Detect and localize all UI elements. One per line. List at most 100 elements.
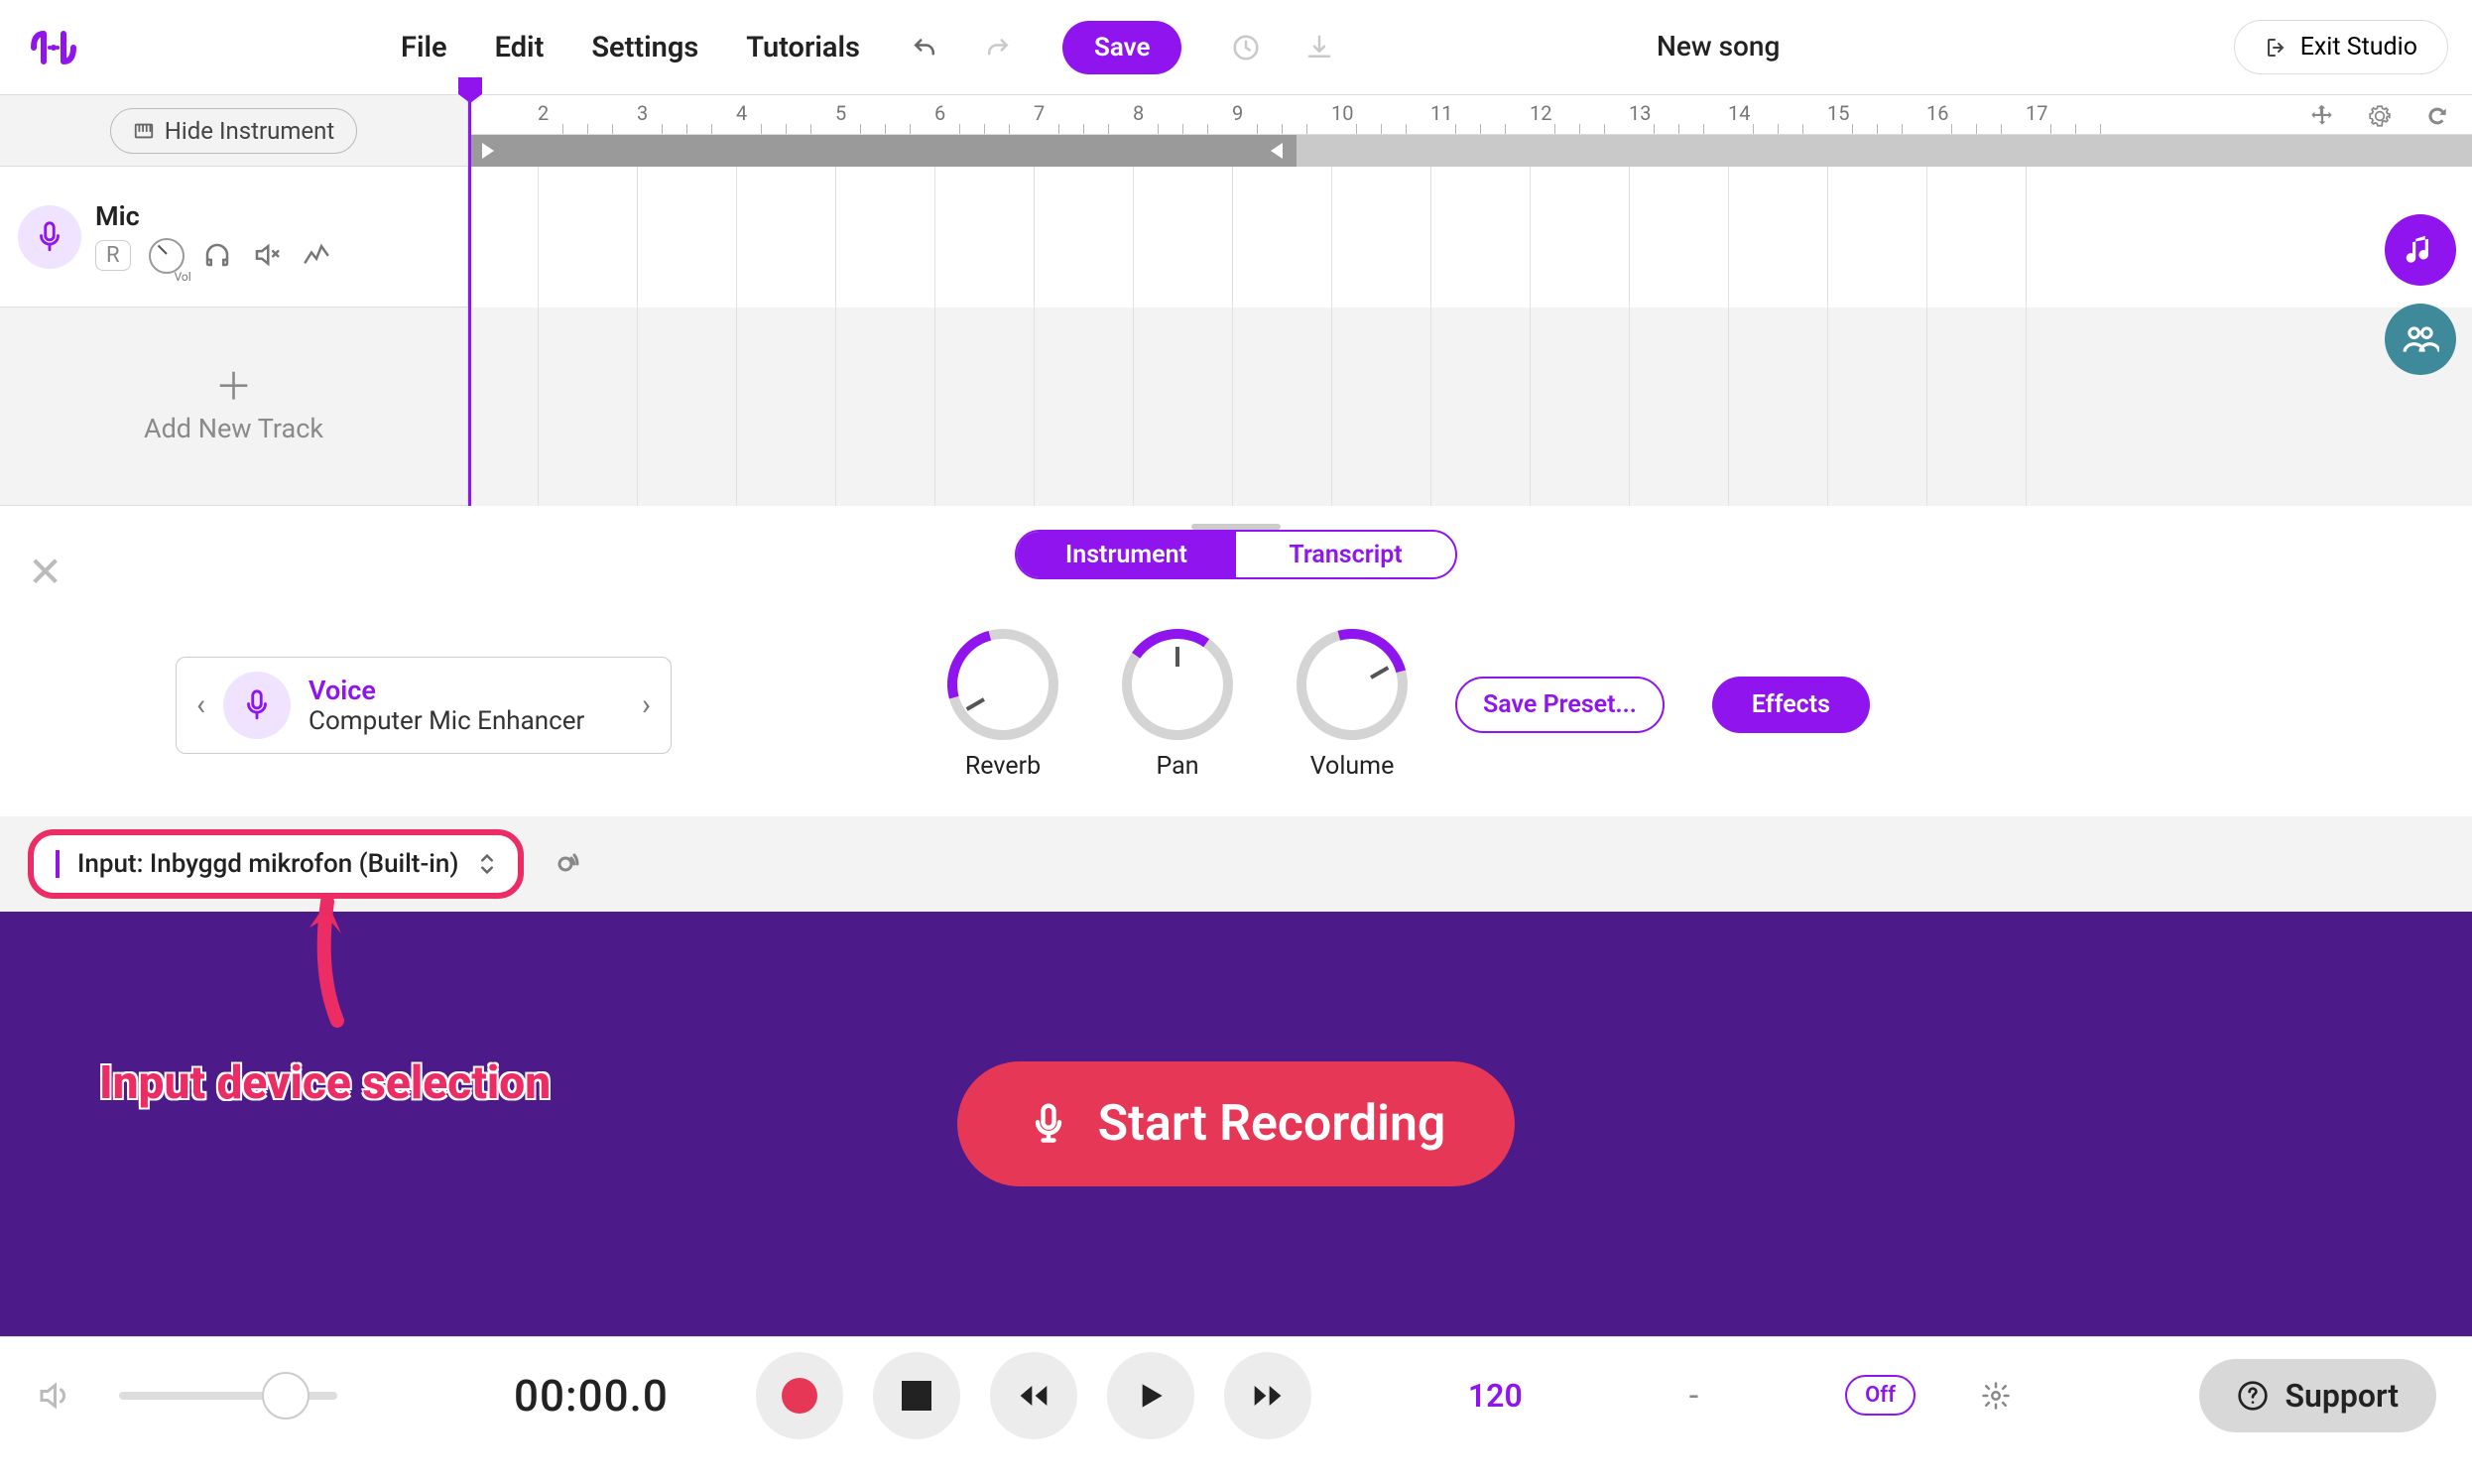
history-icon[interactable] [1229, 31, 1263, 64]
ruler[interactable]: 2 3 4 5 6 7 8 9 10 11 12 13 14 15 16 17 [468, 95, 2472, 135]
save-preset-button[interactable]: Save Preset... [1455, 677, 1665, 733]
menu-tutorials[interactable]: Tutorials [746, 31, 860, 64]
volume-label: Volume [1310, 752, 1395, 781]
transport-rewind-button[interactable] [990, 1352, 1077, 1439]
transport-play-button[interactable] [1107, 1352, 1194, 1439]
transport-stop-button[interactable] [873, 1352, 960, 1439]
level-indicator [56, 850, 60, 878]
automation-icon[interactable] [302, 240, 333, 272]
track-vol-label: Vol [175, 270, 191, 284]
metronome-toggle[interactable]: Off [1845, 1375, 1916, 1416]
logo [24, 18, 83, 77]
loop-region-bar[interactable] [468, 135, 2472, 167]
bpm-display[interactable]: 120 [1468, 1377, 1523, 1415]
tab-switch: Instrument Transcript [1015, 530, 1457, 579]
speaker-icon[interactable] [36, 1378, 71, 1414]
reverb-knob[interactable] [947, 629, 1058, 740]
add-track-label: Add New Track [144, 413, 323, 444]
chevron-right-icon[interactable]: › [642, 687, 651, 722]
menu-settings[interactable]: Settings [591, 31, 698, 64]
gear-icon[interactable] [2367, 103, 2397, 133]
voice-title: Voice [309, 675, 584, 706]
pan-label: Pan [1157, 752, 1199, 781]
ruler-number: 3 [637, 101, 648, 125]
transport-forward-button[interactable] [1224, 1352, 1311, 1439]
plus-icon: ＋ [214, 369, 252, 407]
ruler-number: 5 [835, 101, 846, 125]
collab-button[interactable] [2385, 304, 2456, 375]
start-recording-button[interactable]: Start Recording [957, 1061, 1516, 1186]
volume-knob[interactable] [1297, 629, 1408, 740]
ruler-number: 7 [1034, 101, 1045, 125]
ruler-number: 10 [1331, 101, 1353, 125]
ruler-number: 8 [1133, 101, 1144, 125]
panel-drag-handle[interactable] [1191, 524, 1281, 530]
instrument-selector[interactable]: ‹ Voice Computer Mic Enhancer › [176, 657, 672, 754]
input-settings-icon[interactable] [548, 846, 583, 882]
support-label: Support [2285, 1377, 2399, 1415]
voice-subtitle: Computer Mic Enhancer [309, 706, 584, 736]
refresh-icon[interactable] [2424, 103, 2454, 133]
track-row-mic[interactable]: Mic R Vol [0, 167, 467, 308]
timeline[interactable]: 2 3 4 5 6 7 8 9 10 11 12 13 14 15 16 17 [468, 95, 2472, 506]
record-arm-toggle[interactable]: R [95, 240, 131, 271]
pan-knob[interactable] [1122, 629, 1233, 740]
transport-record-button[interactable] [756, 1352, 843, 1439]
instrument-panel: ✕ Instrument Transcript ‹ Voice Computer… [0, 530, 2472, 816]
tracks-area: Hide Instrument Mic R Vol [0, 95, 2472, 506]
tab-instrument[interactable]: Instrument [1017, 532, 1236, 577]
hide-instrument-button[interactable]: Hide Instrument [110, 108, 357, 154]
reverb-label: Reverb [965, 752, 1041, 781]
input-device-selector[interactable]: Input: Inbyggd mikrofon (Built-in) [28, 829, 524, 899]
ruler-number: 15 [1827, 101, 1849, 125]
library-button[interactable] [2385, 214, 2456, 286]
menu-edit[interactable]: Edit [495, 31, 545, 64]
master-volume-slider[interactable] [119, 1392, 337, 1400]
ruler-number: 12 [1530, 101, 1551, 125]
ruler-number: 9 [1232, 101, 1243, 125]
ruler-number: 4 [736, 101, 747, 125]
time-signature[interactable]: - [1689, 1376, 1698, 1416]
menu: File Edit Settings Tutorials [401, 31, 860, 64]
loop-region[interactable] [468, 135, 1297, 167]
voice-icon [223, 672, 291, 739]
download-icon[interactable] [1302, 31, 1336, 64]
exit-studio-button[interactable]: Exit Studio [2234, 20, 2448, 74]
annotation-text: Input device selection [99, 1056, 551, 1110]
undo-icon[interactable] [908, 31, 941, 64]
effects-button[interactable]: Effects [1712, 677, 1870, 733]
tab-transcript[interactable]: Transcript [1236, 532, 1455, 577]
record-label: Start Recording [1098, 1095, 1446, 1153]
save-button[interactable]: Save [1062, 21, 1182, 74]
close-icon[interactable]: ✕ [28, 548, 62, 597]
track-name: Mic [95, 200, 333, 232]
transport-bar: 00:00.0 120 - Off Support [0, 1336, 2472, 1453]
ruler-number: 16 [1926, 101, 1948, 125]
redo-icon[interactable] [981, 31, 1015, 64]
headphones-icon[interactable] [202, 240, 234, 272]
piano-icon [133, 120, 155, 142]
add-track-button[interactable]: ＋ Add New Track [0, 308, 467, 506]
input-bar: Input: Inbyggd mikrofon (Built-in) Input… [0, 816, 2472, 912]
chevron-updown-icon [478, 852, 496, 876]
ruler-number: 6 [934, 101, 945, 125]
move-icon[interactable] [2309, 103, 2339, 133]
ruler-number: 2 [538, 101, 549, 125]
annotation-arrow [298, 892, 377, 1031]
exit-icon [2265, 36, 2288, 60]
timeline-grid[interactable] [468, 167, 2472, 506]
metronome-settings-icon[interactable] [1981, 1381, 2011, 1411]
song-name[interactable]: New song [1657, 30, 1780, 62]
ruler-number: 13 [1629, 101, 1651, 125]
ruler-number: 11 [1430, 101, 1452, 125]
mic-icon [18, 205, 81, 269]
input-device-label: Input: Inbyggd mikrofon (Built-in) [77, 849, 458, 879]
chevron-left-icon[interactable]: ‹ [196, 687, 205, 722]
mute-icon[interactable] [252, 240, 284, 272]
menu-file[interactable]: File [401, 31, 447, 64]
ruler-number: 17 [2026, 101, 2047, 125]
ruler-number: 14 [1728, 101, 1750, 125]
track-volume-knob[interactable] [149, 238, 185, 274]
playhead[interactable] [468, 95, 471, 506]
support-button[interactable]: Support [2199, 1359, 2436, 1432]
